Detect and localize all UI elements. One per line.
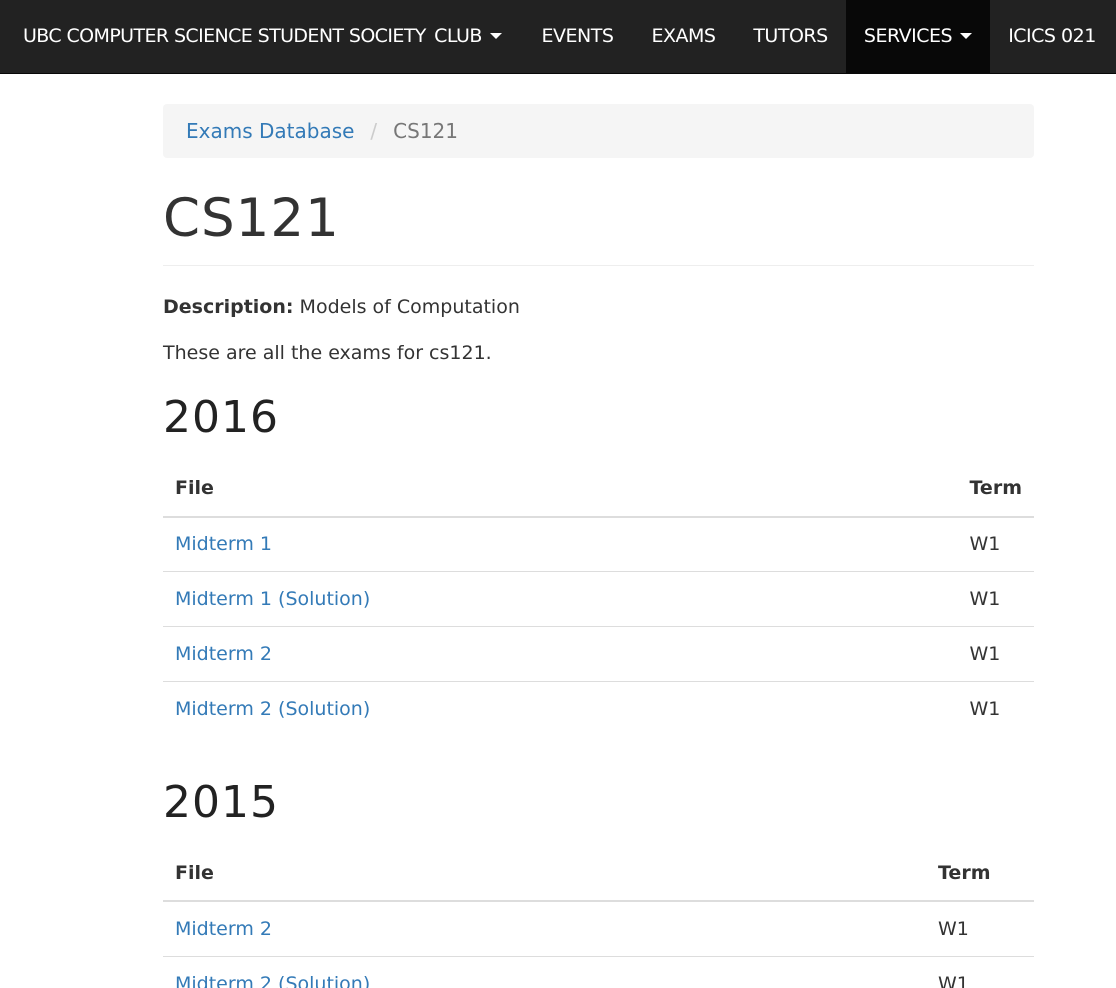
course-description: Description: Models of Computation xyxy=(163,296,1034,318)
exam-file-link[interactable]: Midterm 1 xyxy=(175,533,272,555)
term-column-header: Term xyxy=(926,845,1034,903)
breadcrumb-exams-database-link[interactable]: Exams Database xyxy=(186,119,354,143)
nav-services-label: SERVICES xyxy=(863,25,953,47)
breadcrumb-current: CS121 xyxy=(393,119,459,143)
exams-table-2016: File Term Midterm 1 W1 Midterm 1 (Soluti… xyxy=(163,460,1034,737)
term-column-header: Term xyxy=(957,460,1034,518)
table-row: Midterm 1 (Solution) W1 xyxy=(163,571,1034,627)
table-header-row: File Term xyxy=(163,460,1034,518)
file-column-header: File xyxy=(163,845,926,903)
file-cell: Midterm 1 (Solution) xyxy=(163,571,958,627)
description-value: Models of Computation xyxy=(299,296,520,319)
title-divider xyxy=(163,265,1034,267)
file-column-header: File xyxy=(163,460,958,518)
caret-down-icon xyxy=(960,32,973,39)
table-row: Midterm 2 W1 xyxy=(163,901,1034,956)
nav-events[interactable]: EVENTS xyxy=(523,0,632,73)
term-cell: W1 xyxy=(938,917,969,940)
exam-file-link[interactable]: Midterm 2 (Solution) xyxy=(175,973,370,988)
main-content: Exams Database / CS121 CS121 Description… xyxy=(163,104,1034,988)
page-title: CS121 xyxy=(163,188,340,249)
intro-text: These are all the exams for cs121. xyxy=(163,342,492,365)
nav-services[interactable]: SERVICES xyxy=(846,0,990,73)
nav-tutors[interactable]: TUTORS xyxy=(735,0,846,73)
table-row: Midterm 2 (Solution) W1 xyxy=(163,955,1034,988)
year-heading-2016: 2016 xyxy=(163,392,279,444)
nav-icics[interactable]: ICICS 021 xyxy=(990,0,1114,73)
breadcrumb-separator: / xyxy=(370,119,378,143)
table-row: Midterm 2 (Solution) W1 xyxy=(163,681,1034,737)
exam-file-link[interactable]: Midterm 1 (Solution) xyxy=(175,588,370,610)
exam-file-link[interactable]: Midterm 2 (Solution) xyxy=(175,698,370,720)
nav-icics-label: ICICS 021 xyxy=(1008,25,1096,47)
exam-file-link[interactable]: Midterm 2 xyxy=(175,918,272,940)
table-header-row: File Term xyxy=(163,845,1034,903)
term-cell: W1 xyxy=(926,955,1034,988)
nav-exams-label: EXAMS xyxy=(651,25,716,47)
term-cell: W1 xyxy=(957,571,1034,627)
term-cell: W1 xyxy=(957,681,1034,737)
file-cell: Midterm 2 (Solution) xyxy=(163,955,926,988)
nav-tutors-label: TUTORS xyxy=(753,25,828,47)
table-row: Midterm 2 W1 xyxy=(163,626,1034,682)
brand-link[interactable]: UBC COMPUTER SCIENCE STUDENT SOCIETY xyxy=(23,0,426,73)
exam-file-link[interactable]: Midterm 2 xyxy=(175,643,272,665)
file-cell: Midterm 1 xyxy=(163,517,958,572)
exams-table-2015: File Term Midterm 2 W1 Midterm 2 (Soluti… xyxy=(163,845,1034,988)
nav-club-label: CLUB xyxy=(434,25,482,47)
file-cell: Midterm 2 (Solution) xyxy=(163,681,958,737)
description-label: Description: xyxy=(163,296,294,319)
year-heading-2015: 2015 xyxy=(163,776,279,828)
nav-events-label: EVENTS xyxy=(541,25,614,47)
term-cell: W1 xyxy=(969,533,1001,556)
file-cell: Midterm 2 xyxy=(163,901,926,956)
caret-down-icon xyxy=(489,32,502,39)
top-navbar: UBC COMPUTER SCIENCE STUDENT SOCIETY CLU… xyxy=(0,0,1116,74)
table-row: Midterm 1 W1 xyxy=(163,517,1034,572)
file-cell: Midterm 2 xyxy=(163,626,958,682)
breadcrumb: Exams Database / CS121 xyxy=(163,104,1034,158)
nav-club[interactable]: CLUB xyxy=(413,0,523,73)
nav-exams[interactable]: EXAMS xyxy=(632,0,735,73)
term-cell: W1 xyxy=(957,626,1034,682)
